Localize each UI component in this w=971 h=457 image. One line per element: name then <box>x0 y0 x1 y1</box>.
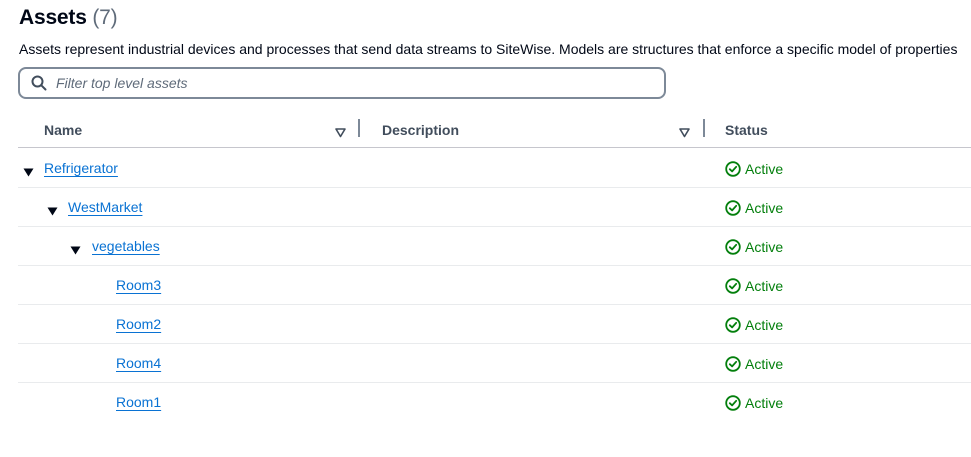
status-text: Active <box>745 317 784 333</box>
page-description: Assets represent industrial devices and … <box>19 41 958 57</box>
status-badge: Active <box>725 317 783 333</box>
column-header-description[interactable]: Description <box>382 122 459 138</box>
column-resizer[interactable] <box>703 119 705 137</box>
status-text: Active <box>745 200 784 216</box>
sort-down-icon[interactable] <box>335 125 346 138</box>
asset-link[interactable]: Room4 <box>116 355 161 371</box>
check-circle-icon <box>725 395 741 411</box>
status-text: Active <box>745 395 784 411</box>
status-text: Active <box>745 161 784 177</box>
asset-link[interactable]: vegetables <box>92 238 160 254</box>
status-badge: Active <box>725 278 783 294</box>
column-resizer[interactable] <box>358 119 360 137</box>
caret-down-icon[interactable] <box>23 164 34 177</box>
asset-count: (7) <box>92 6 118 29</box>
column-header-name[interactable]: Name <box>44 122 82 138</box>
status-badge: Active <box>725 395 783 411</box>
status-text: Active <box>745 278 784 294</box>
table-row: Refrigerator Active <box>18 149 971 188</box>
asset-link[interactable]: Room1 <box>116 394 161 410</box>
table-row: vegetables Active <box>18 227 971 266</box>
column-header-status[interactable]: Status <box>725 122 768 138</box>
search-icon <box>31 75 47 91</box>
table-row: Room2 Active <box>18 305 971 344</box>
table-header: Name Description Status <box>18 116 971 148</box>
page-header: Assets (7) <box>19 6 118 30</box>
check-circle-icon <box>725 317 741 333</box>
status-badge: Active <box>725 356 783 372</box>
table-row: Room3 Active <box>18 266 971 305</box>
asset-link[interactable]: Room3 <box>116 277 161 293</box>
check-circle-icon <box>725 200 741 216</box>
caret-down-icon[interactable] <box>47 203 58 216</box>
search-bar[interactable] <box>18 67 666 99</box>
status-text: Active <box>745 239 784 255</box>
status-badge: Active <box>725 200 783 216</box>
status-badge: Active <box>725 239 783 255</box>
status-text: Active <box>745 356 784 372</box>
search-input[interactable] <box>56 75 616 91</box>
table-row: Room1 Active <box>18 383 971 422</box>
asset-link[interactable]: Refrigerator <box>44 160 118 176</box>
sort-down-icon[interactable] <box>679 125 690 138</box>
asset-link[interactable]: Room2 <box>116 316 161 332</box>
page-title: Assets (7) <box>19 6 118 30</box>
status-badge: Active <box>725 161 783 177</box>
check-circle-icon <box>725 356 741 372</box>
table-row: WestMarket Active <box>18 188 971 227</box>
title-text: Assets <box>19 6 87 29</box>
check-circle-icon <box>725 278 741 294</box>
asset-link[interactable]: WestMarket <box>68 199 142 215</box>
caret-down-icon[interactable] <box>70 242 81 255</box>
check-circle-icon <box>725 239 741 255</box>
table-row: Room4 Active <box>18 344 971 383</box>
check-circle-icon <box>725 161 741 177</box>
